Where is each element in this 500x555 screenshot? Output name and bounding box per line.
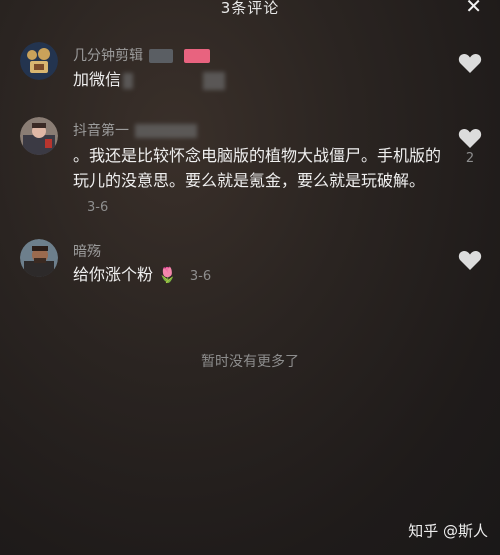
badge-icon	[149, 49, 174, 63]
redacted-badge	[183, 49, 210, 63]
comments-count-title: 3条评论	[220, 0, 280, 17]
comment-item: 暗殇 给你涨个粉 🌷 3-6	[0, 239, 500, 299]
avatar[interactable]	[20, 42, 58, 80]
watermark: 知乎 @斯人	[408, 522, 488, 540]
redacted-text	[135, 124, 197, 138]
like-button[interactable]	[456, 249, 484, 273]
like-button[interactable]	[456, 52, 484, 76]
comment-text: 加微信	[73, 67, 443, 92]
comment-username[interactable]: 抖音第一	[73, 120, 197, 140]
like-count: 2	[465, 151, 475, 166]
comment-text: 。我还是比较怀念电脑版的植物大战僵尸。手机版的玩儿的没意思。要么就是氪金，要么就…	[73, 146, 442, 215]
heart-icon	[458, 128, 482, 148]
comment-username[interactable]: 暗殇	[73, 241, 101, 261]
heart-icon	[458, 53, 482, 73]
redacted-text	[203, 71, 226, 90]
like-button[interactable]: 2	[456, 127, 484, 166]
comment-item: 几分钟剪辑 加微信	[0, 42, 500, 102]
comment-username[interactable]: 几分钟剪辑	[73, 45, 210, 65]
comment-text: 给你涨个粉 🌷 3-6	[73, 265, 212, 284]
comment-item: 抖音第一 。我还是比较怀念电脑版的植物大战僵尸。手机版的玩儿的没意思。要么就是氪…	[0, 117, 500, 217]
no-more-comments-text: 暂时没有更多了	[201, 354, 299, 370]
header: 3条评论 ✕	[0, 0, 500, 18]
avatar[interactable]	[20, 117, 58, 155]
comment-date: 3-6	[87, 200, 109, 215]
avatar[interactable]	[20, 239, 58, 277]
redacted-text	[123, 72, 134, 89]
tulip-emoji: 🌷	[158, 266, 177, 284]
close-icon[interactable]: ✕	[465, 0, 482, 16]
comment-date: 3-6	[189, 269, 212, 284]
heart-icon	[458, 250, 482, 270]
comments-panel: 3条评论 ✕ 几分钟剪辑 加微信 抖音第一 。我还是比较怀念电脑版的植物大战僵尸…	[0, 0, 500, 555]
